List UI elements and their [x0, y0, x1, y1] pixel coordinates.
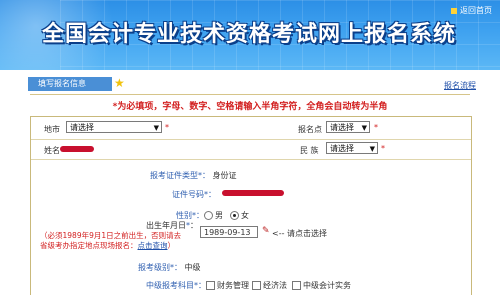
home-link[interactable]: 返回首页 [451, 5, 492, 16]
star-icon: ★ [114, 76, 125, 90]
gender-male-option[interactable]: 男 [204, 210, 223, 221]
chevron-down-icon: ▼ [361, 124, 367, 132]
registration-flow-link[interactable]: 报名流程 [444, 80, 476, 91]
gender-label: 性别 [176, 211, 192, 220]
region-label: 地市 [44, 125, 60, 134]
required-notice: *为必填项，字母、数字、空格请输入半角字符，全角会自动转为半角 [112, 102, 388, 112]
id-type-row: 报考证件类型*： 身份证 [150, 171, 237, 180]
radio-male[interactable] [204, 211, 213, 220]
region-required-mark: * [165, 123, 169, 132]
subject-option-3[interactable]: 中级会计实务 [292, 280, 351, 291]
subjects-row: 中级报考科目*： [146, 281, 206, 290]
divider [30, 94, 470, 95]
id-number-label: 证件号码 [172, 190, 204, 199]
dob-input[interactable]: 1989-09-13 [200, 226, 258, 238]
checkbox-subject-1[interactable] [206, 281, 215, 290]
checkbox-subject-2[interactable] [252, 281, 261, 290]
site-required-mark: * [374, 123, 378, 132]
subject-option-1[interactable]: 财务管理 [206, 280, 249, 291]
tab-fill-info[interactable]: 填写报名信息 [28, 77, 112, 91]
dob-hint: <-- 请点击选择 [272, 229, 328, 238]
subjects-label: 中级报考科目 [146, 281, 194, 290]
level-row: 报考级别*： 中级 [138, 263, 201, 272]
dob-note-line2: 省级考办指定地点现场报名：点击查询） [40, 241, 175, 250]
id-type-value: 身份证 [212, 171, 237, 180]
name-label: 姓名 [44, 146, 60, 155]
tab-row: 填写报名信息 ★ 报名流程 [0, 74, 500, 94]
ethnic-label: 民 族 [300, 146, 319, 155]
site-label: 报名点 [298, 125, 322, 134]
checkbox-subject-3[interactable] [292, 281, 301, 290]
subject-option-2[interactable]: 经济法 [252, 280, 287, 291]
site-select[interactable]: 请选择 ▼ [326, 121, 370, 133]
level-value: 中级 [184, 263, 201, 272]
ethnic-select[interactable]: 请选择 ▼ [326, 142, 378, 154]
form-row-name [31, 139, 471, 160]
radio-female[interactable] [230, 211, 239, 220]
id-number-row: 证件号码*： [172, 190, 216, 199]
ethnic-required-mark: * [381, 144, 385, 153]
redacted-id-number [222, 190, 284, 196]
gender-female-option[interactable]: 女 [230, 210, 249, 221]
chevron-down-icon: ▼ [369, 145, 375, 153]
calendar-icon[interactable]: ✎ [262, 226, 270, 236]
chevron-down-icon: ▼ [153, 124, 159, 132]
dob-label: 出生年月日 [146, 221, 186, 230]
id-type-label: 报考证件类型 [150, 171, 198, 180]
registration-form [30, 116, 472, 295]
header-banner: 全国会计专业技术资格考试网上报名系统 返回首页 [0, 0, 500, 70]
redacted-name [60, 146, 94, 152]
system-title: 全国会计专业技术资格考试网上报名系统 [42, 21, 457, 47]
region-select[interactable]: 请选择 ▼ [66, 121, 162, 133]
query-link[interactable]: 点击查询 [138, 241, 168, 250]
level-label: 报考级别 [138, 263, 170, 272]
home-icon [451, 7, 457, 14]
